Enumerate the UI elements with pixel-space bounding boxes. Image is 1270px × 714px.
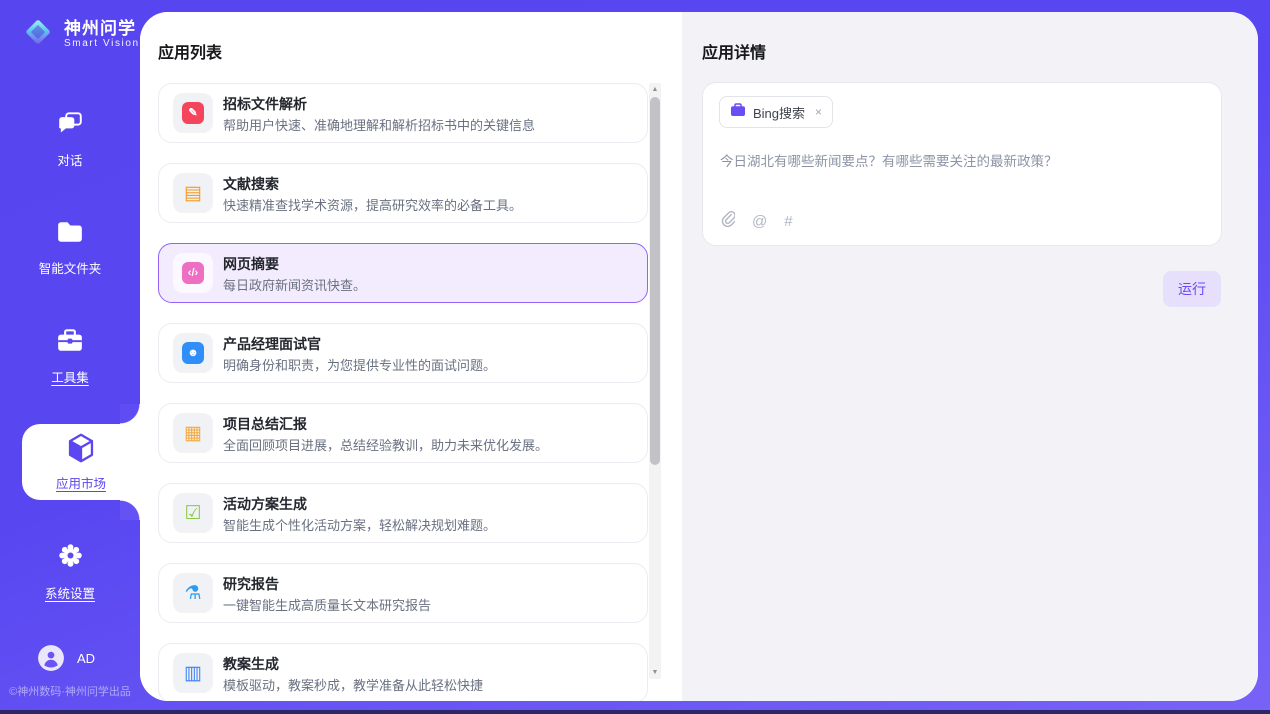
app-title: 产品经理面试官 <box>223 334 321 354</box>
toolbox-icon <box>56 328 84 358</box>
app-title: 教案生成 <box>223 654 279 674</box>
briefcase-icon <box>730 103 746 122</box>
app-desc: 帮助用户快速、准确地理解和解析招标书中的关键信息 <box>223 115 535 134</box>
app-title: 招标文件解析 <box>223 94 307 114</box>
bottom-edge-divider <box>0 710 1270 714</box>
scrollbar-down-icon[interactable]: ▼ <box>649 669 661 676</box>
app-logo: 神州问学 Smart Vision <box>20 14 140 55</box>
app-detail-title: 应用详情 <box>702 39 766 63</box>
app-card[interactable]: ☑ 活动方案生成 智能生成个性化活动方案，轻松解决规划难题。 <box>158 483 648 543</box>
app-desc: 明确身份和职责，为您提供专业性的面试问题。 <box>223 355 496 374</box>
app-list-title: 应用列表 <box>158 39 222 63</box>
app-card[interactable]: ▦ 项目总结汇报 全面回顾项目进展，总结经验教训，助力未来优化发展。 <box>158 403 648 463</box>
tab-curve-top <box>120 404 140 424</box>
app-title: 研究报告 <box>223 574 279 594</box>
app-desc: 智能生成个性化活动方案，轻松解决规划难题。 <box>223 515 496 534</box>
app-desc: 每日政府新闻资讯快查。 <box>223 275 366 294</box>
app-card[interactable]: ☻ 产品经理面试官 明确身份和职责，为您提供专业性的面试问题。 <box>158 323 648 383</box>
sidebar-item-label: 对话 <box>57 150 82 169</box>
app-list-panel: 应用列表 ✎ 招标文件解析 帮助用户快速、准确地理解和解析招标书中的关键信息 ▤… <box>140 12 682 701</box>
paperclip-icon[interactable] <box>720 210 735 232</box>
interviewer-icon: ☻ <box>173 333 213 373</box>
tool-tag-label: Bing搜索 <box>753 103 805 122</box>
app-title: 文献搜索 <box>223 174 279 194</box>
run-button[interactable]: 运行 <box>1163 271 1221 307</box>
ink-bottle-icon: ⚗ <box>173 573 213 613</box>
brand-name: 神州问学 <box>64 20 140 39</box>
app-desc: 模板驱动，教案秒成，教学准备从此轻松快捷 <box>223 675 483 694</box>
query-input[interactable]: 今日湖北有哪些新闻要点？有哪些需要关注的最新政策？ <box>720 152 1205 172</box>
book-icon: ▤ <box>173 173 213 213</box>
app-detail-panel: 应用详情 Bing搜索 × 今日湖北有哪些新闻要点？有哪些需要关注的最新政策？ <box>682 12 1258 701</box>
cube-icon <box>67 433 95 468</box>
user-account[interactable]: AD <box>38 645 95 671</box>
tab-curve-bottom <box>120 500 140 520</box>
chat-icon <box>56 110 84 141</box>
brand-diamond-icon <box>20 14 56 55</box>
gear-icon <box>57 542 84 574</box>
sidebar-item-settings[interactable]: 系统设置 <box>0 542 140 602</box>
app-title: 项目总结汇报 <box>223 414 307 434</box>
app-card[interactable]: ▤ 文献搜索 快速精准查找学术资源，提高研究效率的必备工具。 <box>158 163 648 223</box>
list-scrollbar[interactable]: ▲ ▼ <box>649 83 661 679</box>
note-icon: ▦ <box>173 413 213 453</box>
sidebar-item-label: 工具集 <box>51 367 89 386</box>
at-sign-icon[interactable]: @ <box>752 214 767 229</box>
sidebar-item-label: 系统设置 <box>45 583 95 602</box>
scrollbar-thumb[interactable] <box>650 97 660 465</box>
copyright-text: ©神州数码·神州问学出品 <box>0 683 140 699</box>
app-card[interactable]: ✎ 招标文件解析 帮助用户快速、准确地理解和解析招标书中的关键信息 <box>158 83 648 143</box>
user-initials: AD <box>77 651 95 666</box>
sidebar-item-smart-folder[interactable]: 智能文件夹 <box>0 220 140 277</box>
app-desc: 全面回顾项目进展，总结经验教训，助力未来优化发展。 <box>223 435 548 454</box>
main-panel: 应用列表 ✎ 招标文件解析 帮助用户快速、准确地理解和解析招标书中的关键信息 ▤… <box>140 12 1258 701</box>
scrollbar-up-icon[interactable]: ▲ <box>649 86 661 93</box>
clipboard-check-icon: ☑ <box>173 493 213 533</box>
app-desc: 一键智能生成高质量长文本研究报告 <box>223 595 431 614</box>
prompt-card: Bing搜索 × 今日湖北有哪些新闻要点？有哪些需要关注的最新政策？ @ # <box>702 82 1222 246</box>
pencil-square-icon: ✎ <box>173 93 213 133</box>
hash-icon[interactable]: # <box>784 214 792 229</box>
app-card[interactable]: ‹/› 网页摘要 每日政府新闻资讯快查。 <box>158 243 648 303</box>
app-list: ✎ 招标文件解析 帮助用户快速、准确地理解和解析招标书中的关键信息 ▤ 文献搜索… <box>158 83 648 701</box>
folder-icon <box>56 220 84 249</box>
app-card[interactable]: ▥ 教案生成 模板驱动，教案秒成，教学准备从此轻松快捷 <box>158 643 648 701</box>
app-title: 网页摘要 <box>223 254 279 274</box>
sidebar-item-label: 智能文件夹 <box>39 258 102 277</box>
books-icon: ▥ <box>173 653 213 693</box>
browser-code-icon: ‹/› <box>173 253 213 293</box>
brand-subtitle: Smart Vision <box>64 38 140 49</box>
attachment-toolbar: @ # <box>720 210 793 232</box>
sidebar-item-chat[interactable]: 对话 <box>0 110 140 169</box>
app-desc: 快速精准查找学术资源，提高研究效率的必备工具。 <box>223 195 522 214</box>
app-card[interactable]: ⚗ 研究报告 一键智能生成高质量长文本研究报告 <box>158 563 648 623</box>
sidebar-item-label: 应用市场 <box>56 473 106 492</box>
tool-tag-bing-search[interactable]: Bing搜索 × <box>719 96 833 128</box>
sidebar-item-toolset[interactable]: 工具集 <box>0 328 140 386</box>
avatar <box>38 645 64 671</box>
sidebar-item-app-market[interactable]: 应用市场 <box>22 424 140 500</box>
app-title: 活动方案生成 <box>223 494 307 514</box>
close-icon[interactable]: × <box>815 105 822 119</box>
